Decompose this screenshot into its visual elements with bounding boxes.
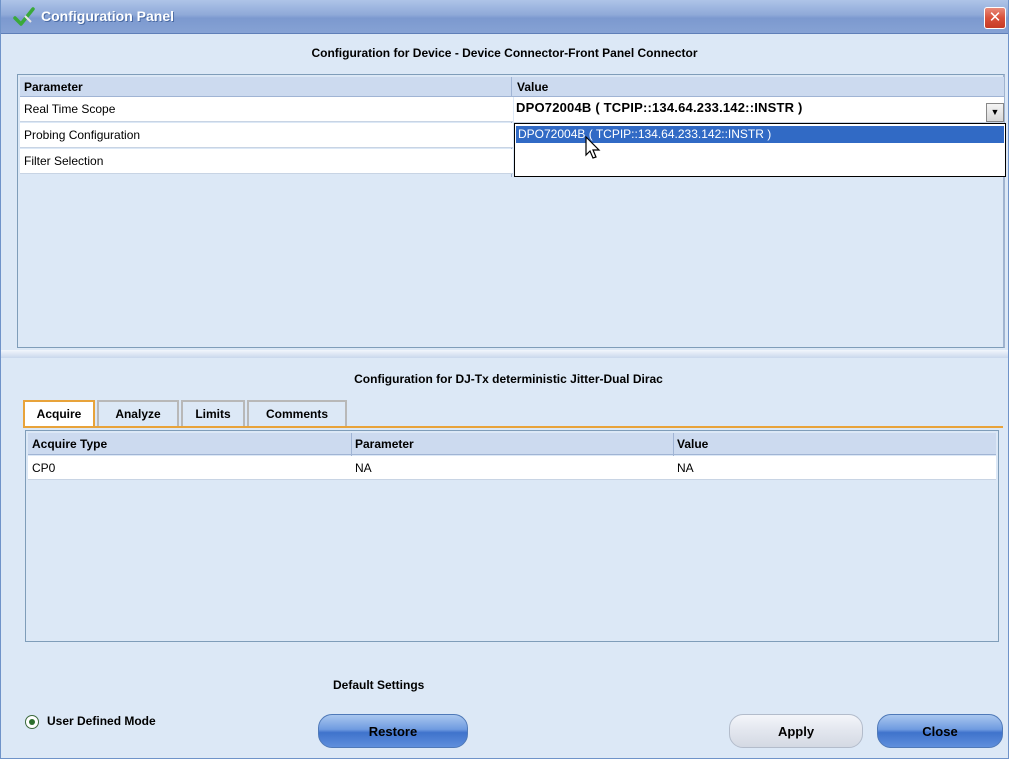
close-button[interactable]: Close (877, 714, 1003, 748)
tab-comments[interactable]: Comments (247, 400, 347, 427)
cell-acquire-type[interactable]: CP0 (28, 456, 55, 480)
grid-row-filter-selection[interactable]: Filter Selection (20, 149, 513, 174)
real-time-scope-select[interactable]: DPO72004B ( TCPIP::134.64.233.142::INSTR… (514, 97, 1004, 123)
window-title: Configuration Panel (41, 8, 174, 24)
radio-button-selected[interactable] (25, 715, 39, 729)
column-header-value[interactable]: Value (673, 433, 708, 455)
panel-splitter[interactable] (1, 350, 1008, 358)
device-config-grid: Parameter Value Real Time Scope Probing … (17, 74, 1006, 348)
acquire-grid: Acquire Type Parameter Value CP0 NA NA (25, 430, 999, 642)
grid-row-probing-configuration[interactable]: Probing Configuration (20, 123, 513, 148)
close-icon[interactable]: ✕ (984, 7, 1006, 29)
acquire-grid-header: Acquire Type Parameter Value (28, 433, 996, 455)
user-defined-mode-label: User Defined Mode (47, 714, 156, 728)
restore-button[interactable]: Restore (318, 714, 468, 748)
column-header-parameter[interactable]: Parameter (351, 433, 414, 455)
column-header-value[interactable]: Value (513, 77, 548, 97)
scope-select-value: DPO72004B ( TCPIP::134.64.233.142::INSTR… (516, 100, 803, 115)
mouse-pointer-icon (585, 136, 601, 159)
device-config-heading: Configuration for Device - Device Connec… (311, 46, 698, 60)
grid-header: Parameter Value (20, 77, 1004, 97)
cell-value[interactable]: NA (673, 456, 694, 480)
configuration-panel-window: Configuration Panel ✕ Configuration for … (0, 0, 1009, 759)
table-row[interactable]: CP0 NA NA (28, 456, 996, 480)
title-bar[interactable]: Configuration Panel ✕ (1, 0, 1008, 34)
column-header-parameter[interactable]: Parameter (20, 77, 83, 97)
default-settings-label: Default Settings (333, 678, 425, 692)
apply-button[interactable]: Apply (729, 714, 863, 748)
test-config-heading: Configuration for DJ-Tx deterministic Ji… (354, 372, 663, 386)
cell-parameter[interactable]: NA (351, 456, 372, 480)
column-header-acquire-type[interactable]: Acquire Type (28, 433, 107, 455)
checkmark-icon (13, 7, 35, 26)
tab-underline (23, 426, 1003, 428)
grid-row-real-time-scope[interactable]: Real Time Scope (20, 97, 513, 122)
tab-limits[interactable]: Limits (181, 400, 245, 427)
chevron-down-icon[interactable]: ▼ (986, 103, 1004, 122)
tab-analyze[interactable]: Analyze (97, 400, 179, 427)
tab-acquire[interactable]: Acquire (23, 400, 95, 427)
